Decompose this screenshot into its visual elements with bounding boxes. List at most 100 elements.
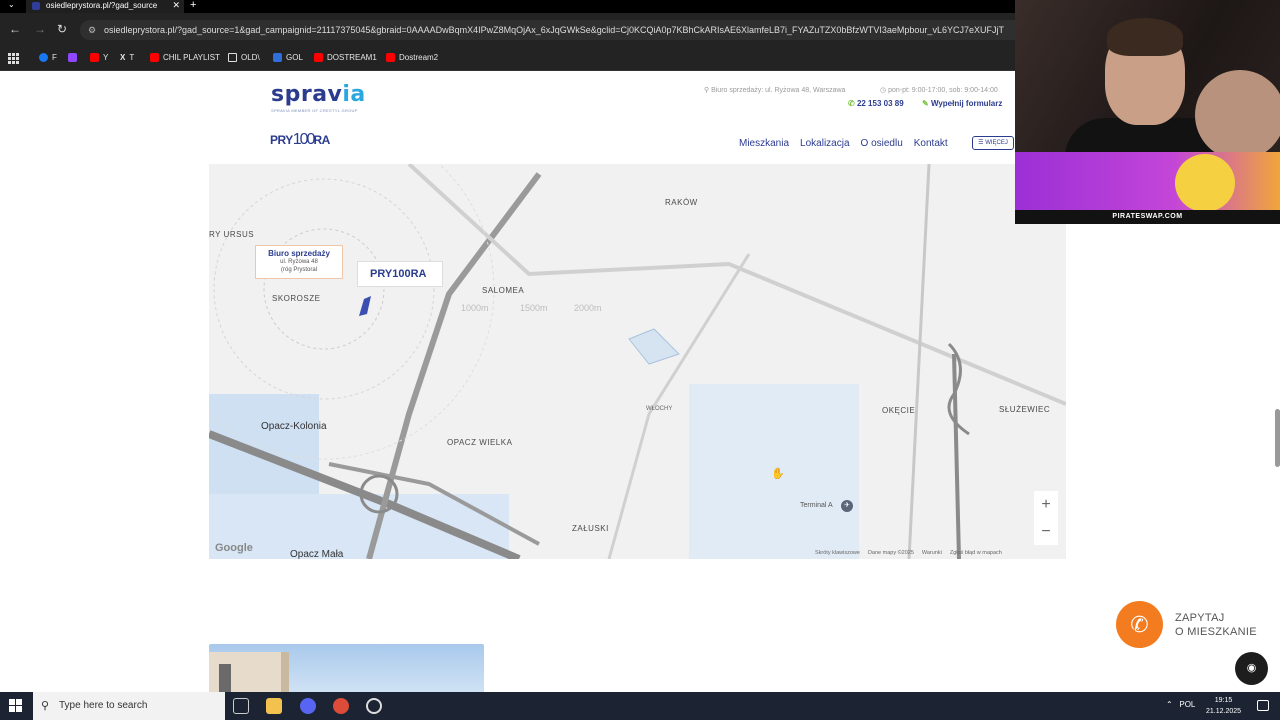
map-label-okecie: OKĘCIE (882, 406, 916, 415)
zoom-in-button[interactable]: + (1034, 491, 1058, 518)
obs-icon[interactable] (366, 698, 382, 714)
discord-icon[interactable] (300, 698, 316, 714)
map-attribution: Skróty klawiszowe Dane mapy ©2025 Warunk… (815, 550, 1002, 556)
bookmark-youtube[interactable]: Y (90, 53, 108, 62)
apps-grid-icon[interactable] (8, 53, 19, 64)
google-logo: Google (215, 542, 253, 554)
reload-icon[interactable]: ↻ (57, 22, 67, 36)
cta-line-1: ZAPYTAJ (1175, 611, 1225, 624)
keyboard-shortcuts-link[interactable]: Skróty klawiszowe (815, 550, 860, 556)
report-error-link[interactable]: Zgłoś błąd w mapach (950, 550, 1002, 556)
promo-banner-text: PIRATESWAP.COM (1015, 210, 1280, 224)
map-data-text: Dane mapy ©2025 (867, 550, 914, 556)
tab-search-icon[interactable]: ⌄ (8, 0, 15, 9)
nav-mieszkania[interactable]: Mieszkania (739, 138, 789, 149)
cta-line-2: O MIESZKANIE (1175, 625, 1257, 638)
building-preview-card[interactable] (209, 644, 484, 692)
facebook-icon (39, 53, 48, 62)
map-label-zaluski: ZAŁUSKI (572, 524, 609, 533)
map-label-opacz-kolonia: Opacz-Kolonia (261, 421, 327, 432)
mascot-image (1175, 154, 1235, 212)
map-roads (209, 164, 1066, 559)
distance-1500m: 1500m (520, 303, 548, 313)
taskbar-search-placeholder: Type here to search (59, 700, 148, 711)
bookmark-twitch[interactable] (68, 53, 77, 62)
youtube-icon (314, 53, 323, 62)
bookmark-x[interactable]: XT (120, 53, 134, 62)
nav-o-osiedlu[interactable]: O osiedlu (861, 138, 903, 149)
prystora-logo[interactable]: PRY100RA (270, 131, 330, 149)
clock-date: 21.12.2025 (1206, 708, 1242, 715)
sales-office-marker[interactable]: Biuro sprzedaży ul. Ryżowa 48 (róg Pryst… (255, 245, 343, 279)
airport-icon: ✈ (841, 500, 853, 512)
ask-about-apartment[interactable]: ✆ ZAPYTAJ O MIESZKANIE (1116, 601, 1257, 648)
phone-link[interactable]: ✆ 22 153 03 89 (848, 99, 904, 108)
bookmark-facebook[interactable]: F (39, 53, 57, 62)
new-tab-icon[interactable]: + (190, 0, 196, 11)
map-label-salomea: SALOMEA (482, 286, 525, 295)
chat-icon[interactable]: ◉ (1235, 652, 1268, 685)
zoom-controls: + − (1034, 491, 1058, 545)
system-tray: ⌃ POL (1166, 700, 1195, 709)
prystora-map-marker[interactable]: PRY100RA (357, 261, 443, 287)
pencil-icon: ✎ (922, 99, 931, 108)
more-menu-button[interactable]: ☰ WIĘCEJ (972, 136, 1014, 150)
clock[interactable]: 19:15 21.12.2025 (1206, 695, 1241, 717)
x-logo-icon: X (120, 53, 126, 62)
tray-chevron-icon[interactable]: ⌃ (1166, 700, 1173, 709)
gol-icon (273, 53, 282, 62)
page-scrollbar[interactable] (1275, 409, 1280, 467)
url-field[interactable]: ⚙ osiedleprystora.pl/?gad_source=1&gad_c… (80, 20, 1030, 40)
map-label-opacz-mala: Opacz Mała (290, 549, 344, 559)
back-icon[interactable]: ← (9, 22, 21, 36)
windows-start-icon[interactable] (9, 699, 22, 712)
site-favicon-icon (32, 2, 40, 10)
chrome-icon[interactable] (333, 698, 349, 714)
youtube-icon (90, 53, 99, 62)
terminal-label: Terminal A (800, 502, 833, 509)
nav-lokalizacja[interactable]: Lokalizacja (800, 138, 849, 149)
cta-label: ZAPYTAJ O MIESZKANIE (1175, 611, 1257, 639)
folder-icon (228, 53, 237, 62)
map-label-wlochy: WŁOCHY (646, 406, 673, 412)
bookmark-dostream1[interactable]: DOSTREAM1 (314, 53, 377, 62)
task-view-icon[interactable] (233, 698, 249, 714)
terms-link[interactable]: Warunki (922, 550, 942, 556)
phone-icon: ✆ (1116, 601, 1163, 648)
site-info-icon[interactable]: ⚙ (88, 20, 96, 40)
youtube-icon (150, 53, 159, 62)
notifications-icon[interactable] (1257, 700, 1269, 711)
location-map[interactable]: RAKÓW RY URSUS SKOROSZE SALOMEA Opacz-Ko… (209, 164, 1066, 559)
form-link[interactable]: ✎ Wypełnij formularz (922, 99, 1002, 108)
map-label-rakow: RAKÓW (665, 198, 698, 207)
zoom-out-button[interactable]: − (1034, 518, 1058, 545)
clock-icon: ◷ (880, 87, 889, 94)
bookmark-chil-playlist[interactable]: CHIL PLAYLIST (150, 53, 220, 62)
bookmark-folder-old[interactable]: OLD\ (228, 53, 260, 62)
map-label-opacz-wielka: OPACZ WIELKA (447, 438, 513, 447)
distance-1000m: 1000m (461, 303, 489, 313)
close-tab-icon[interactable]: ✕ (172, 0, 180, 11)
taskbar-search[interactable]: ⚲ Type here to search (33, 692, 225, 720)
webcam-person-hair (1107, 18, 1183, 56)
taskbar: ⚲ Type here to search ⌃ POL 19:15 21.12.… (0, 692, 1280, 720)
file-explorer-icon[interactable] (266, 698, 282, 714)
map-label-ursus: RY URSUS (209, 230, 255, 239)
promo-banner: PIRATESWAP.COM (1015, 152, 1280, 224)
clock-time: 19:15 (1214, 697, 1233, 704)
distance-2000m: 2000m (574, 303, 602, 313)
browser-tab[interactable]: osiedleprystora.pl/?gad_source ✕ (26, 0, 184, 13)
nav-kontakt[interactable]: Kontakt (914, 138, 948, 149)
language-indicator[interactable]: POL (1179, 700, 1195, 709)
spravia-logo[interactable]: spravia (271, 82, 366, 107)
search-icon: ⚲ (41, 700, 50, 712)
url-text: osiedleprystora.pl/?gad_source=1&gad_cam… (104, 25, 1004, 35)
forward-icon[interactable]: → (34, 22, 46, 36)
logo-subtitle: SPRAVIA MEMBER OF CRESTYL GROUP (271, 108, 358, 113)
map-label-skorosze: SKOROSZE (272, 294, 321, 303)
main-menu: Mieszkania Lokalizacja O osiedlu Kontakt (739, 138, 948, 149)
bookmark-dostream2[interactable]: Dostream2 (386, 53, 438, 62)
webcam-second-person (1195, 70, 1280, 152)
bookmark-gol[interactable]: GOL (273, 53, 303, 62)
hand-cursor-icon: ✋ (771, 468, 785, 480)
